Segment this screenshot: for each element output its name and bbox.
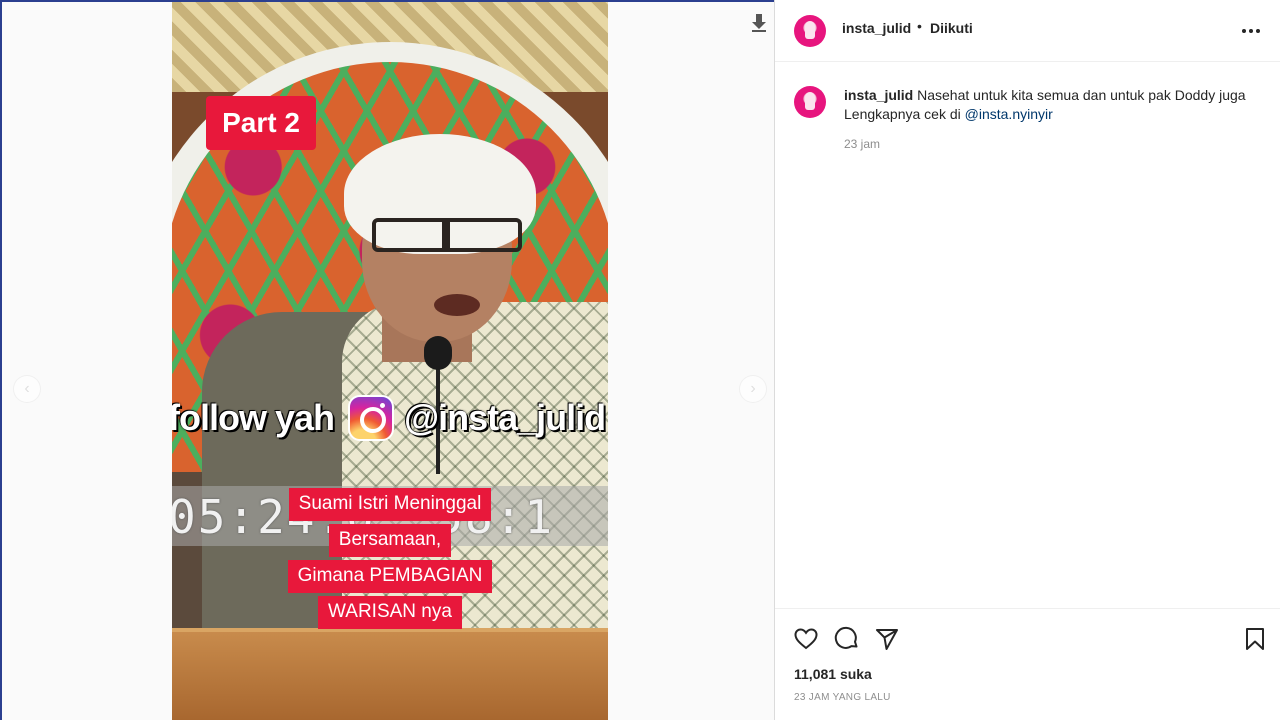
chevron-left-icon: ‹ bbox=[24, 380, 30, 397]
action-bar: 11,081 suka 23 JAM YANG LALU bbox=[775, 608, 1280, 720]
separator-dot: • bbox=[917, 18, 922, 34]
speaker-glasses bbox=[372, 218, 522, 252]
paper-plane-icon[interactable] bbox=[874, 626, 900, 652]
instagram-post-modal: 05:24:0 :58:1 Part 2 follow yah @insta_j… bbox=[0, 0, 1280, 720]
download-icon[interactable] bbox=[751, 14, 767, 32]
follow-handle: @insta_julid bbox=[404, 397, 606, 438]
caption-username[interactable]: insta_julid bbox=[844, 87, 913, 103]
caption-line-2: Lengkapnya cek di bbox=[844, 106, 965, 122]
caption-time: 23 jam bbox=[844, 137, 881, 151]
instagram-logo-icon bbox=[348, 395, 395, 441]
avatar[interactable] bbox=[794, 15, 826, 47]
speaker-mouth bbox=[434, 294, 480, 316]
microphone bbox=[424, 336, 452, 370]
post-timestamp: 23 JAM YANG LALU bbox=[794, 692, 891, 703]
follow-overlay: follow yah @insta_julid bbox=[172, 390, 608, 446]
caption-line: WARISAN nya bbox=[318, 596, 462, 629]
heart-icon[interactable] bbox=[793, 626, 819, 652]
caption-line: Gimana PEMBAGIAN bbox=[287, 560, 493, 593]
caption-line: Bersamaan, bbox=[328, 524, 452, 557]
follow-text: follow yah bbox=[172, 397, 335, 438]
previous-media-button[interactable]: ‹ bbox=[13, 375, 41, 403]
post-username[interactable]: insta_julid bbox=[842, 20, 911, 36]
follow-status-button[interactable]: Diikuti bbox=[930, 20, 973, 36]
avatar[interactable] bbox=[794, 86, 826, 118]
next-media-button[interactable]: › bbox=[739, 375, 767, 403]
video-player[interactable]: 05:24:0 :58:1 Part 2 follow yah @insta_j… bbox=[172, 2, 608, 720]
caption-text: insta_julid Nasehat untuk kita semua dan… bbox=[844, 86, 1269, 124]
bookmark-icon[interactable] bbox=[1242, 626, 1268, 652]
podium bbox=[172, 632, 608, 720]
like-count[interactable]: 11,081 suka bbox=[794, 666, 872, 682]
part-label: Part 2 bbox=[206, 96, 316, 150]
mention-link[interactable]: @insta.nyinyir bbox=[965, 106, 1053, 122]
post-header: insta_julid • Diikuti bbox=[775, 0, 1280, 62]
post-details-panel: insta_julid • Diikuti insta_julid Naseha… bbox=[774, 0, 1280, 720]
chevron-right-icon: › bbox=[750, 380, 756, 397]
caption-line: Suami Istri Meninggal bbox=[288, 488, 492, 521]
more-horizontal-icon[interactable] bbox=[1241, 23, 1261, 39]
video-caption: Suami Istri Meninggal Bersamaan, Gimana … bbox=[172, 488, 608, 632]
media-area: 05:24:0 :58:1 Part 2 follow yah @insta_j… bbox=[2, 2, 774, 720]
comment-bubble-icon[interactable] bbox=[834, 626, 860, 652]
caption-line-1: Nasehat untuk kita semua dan untuk pak D… bbox=[917, 87, 1246, 103]
